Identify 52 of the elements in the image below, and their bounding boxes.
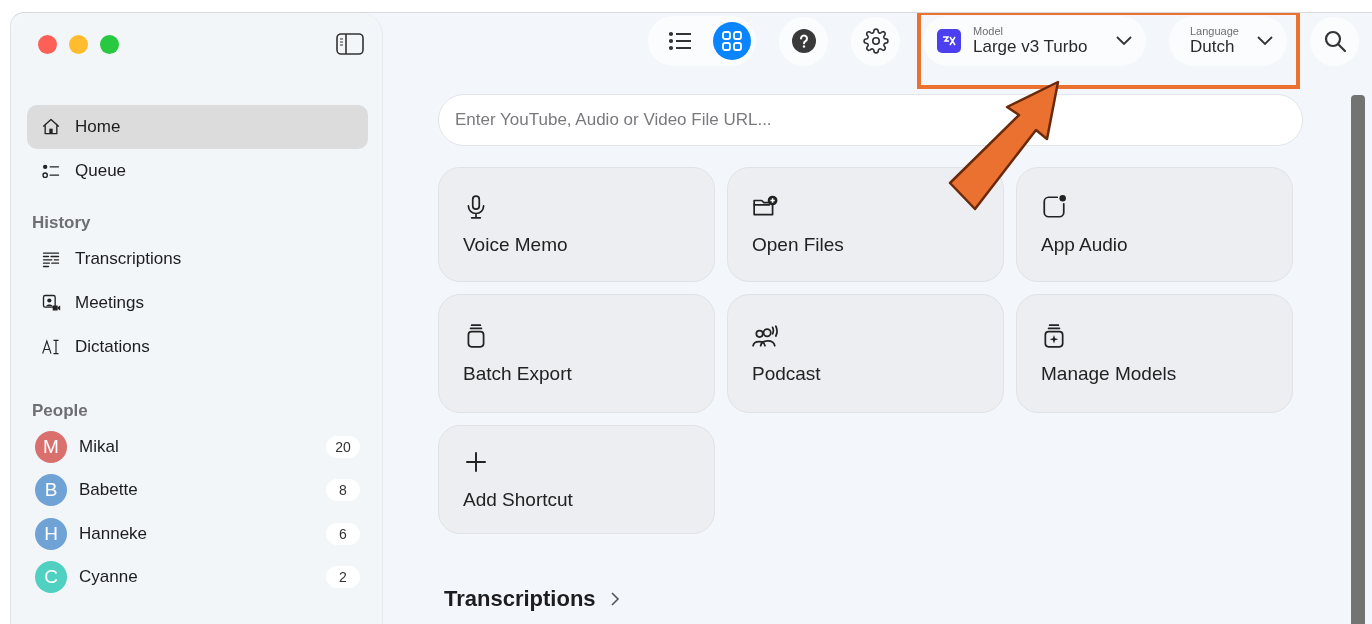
settings-button[interactable] xyxy=(851,16,900,66)
shortcut-card[interactable]: Add Shortcut xyxy=(438,425,715,534)
sidebar-item[interactable]: Queue xyxy=(27,149,368,193)
person-name[interactable]: Babette xyxy=(79,480,326,501)
sidebar-item[interactable]: Meetings xyxy=(27,281,368,325)
url-input-field[interactable]: Enter YouTube, Audio or Video File URL... xyxy=(438,94,1303,146)
house-icon xyxy=(41,117,61,137)
count-badge: 20 xyxy=(326,435,360,458)
avatar: H xyxy=(35,517,67,550)
avatar: B xyxy=(35,474,67,507)
shortcut-card[interactable]: Batch Export xyxy=(438,294,715,413)
sidebar-item[interactable]: Transcriptions xyxy=(27,237,368,281)
text-cursor-icon xyxy=(41,337,61,357)
help-icon xyxy=(791,29,816,53)
count-badge: 6 xyxy=(326,522,360,545)
square-dot-icon xyxy=(1041,193,1067,220)
sparkle-stack-icon xyxy=(1041,322,1067,349)
shortcut-card[interactable]: Podcast xyxy=(727,294,1004,413)
close-button[interactable] xyxy=(38,34,57,54)
section-heading[interactable]: Transcriptions xyxy=(444,586,596,612)
model-dropdown[interactable]: Model Large v3 Turbo xyxy=(923,16,1146,66)
shortcut-card[interactable]: Open Files xyxy=(727,167,1004,282)
search-icon xyxy=(1322,29,1347,53)
list-icon xyxy=(668,31,692,51)
person-name[interactable]: Hanneke xyxy=(79,523,326,544)
language-dropdown[interactable]: Language Dutch xyxy=(1169,16,1287,66)
section-label: History xyxy=(32,213,92,233)
chevron-down-icon xyxy=(1116,36,1132,46)
person-camera-icon xyxy=(41,293,61,313)
section-label: People xyxy=(32,401,89,421)
shortcut-card[interactable]: Manage Models xyxy=(1016,294,1293,413)
search-button[interactable] xyxy=(1310,16,1359,66)
avatar: M xyxy=(35,430,67,463)
sidebar-item[interactable]: Home xyxy=(27,105,368,149)
shortcut-card[interactable]: Voice Memo xyxy=(438,167,715,282)
grid-view-button[interactable] xyxy=(713,22,751,60)
avatar: C xyxy=(35,561,67,594)
people-sound-icon xyxy=(752,322,778,349)
chevron-down-icon xyxy=(1257,36,1273,46)
count-badge: 8 xyxy=(326,479,360,502)
help-button[interactable] xyxy=(779,16,828,66)
sidebar-toggle-icon[interactable] xyxy=(336,33,364,55)
chevron-right-icon[interactable] xyxy=(609,591,620,607)
person-name[interactable]: Mikal xyxy=(79,436,326,457)
model-logo-icon xyxy=(937,29,961,53)
count-badge: 2 xyxy=(326,566,360,589)
shortcut-card[interactable]: App Audio xyxy=(1016,167,1293,282)
person-name[interactable]: Cyanne xyxy=(79,567,326,588)
grid-icon xyxy=(721,30,743,52)
scrollbar[interactable] xyxy=(1351,95,1365,624)
settings-icon xyxy=(862,28,889,54)
sidebar-item[interactable]: Dictations xyxy=(27,325,368,369)
